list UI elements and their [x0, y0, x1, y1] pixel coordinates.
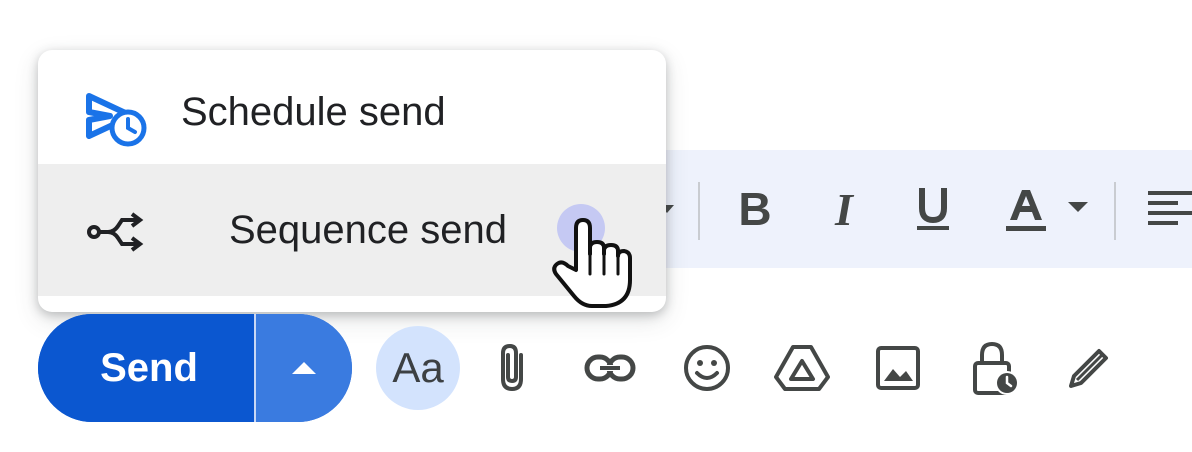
bold-icon[interactable]: B — [726, 150, 784, 268]
menu-item-schedule-send[interactable]: Schedule send — [38, 50, 666, 164]
confidential-icon[interactable] — [970, 322, 1022, 414]
formatting-toolbar — [600, 150, 1192, 268]
hand-cursor-icon — [552, 218, 632, 308]
arrow-up-icon — [292, 362, 316, 374]
signature-icon[interactable] — [1064, 322, 1114, 414]
schedule-send-icon — [86, 90, 150, 148]
menu-item-label: Sequence send — [229, 208, 508, 252]
send-button[interactable]: Send — [38, 314, 254, 422]
attach-icon[interactable] — [490, 322, 534, 414]
align-icon[interactable] — [1146, 150, 1192, 268]
link-icon[interactable] — [582, 322, 638, 414]
toolbar-separator — [1114, 182, 1116, 240]
menu-item-label: Schedule send — [181, 90, 446, 134]
drive-icon[interactable] — [772, 322, 832, 414]
underline-glyph — [917, 188, 949, 230]
emoji-icon[interactable] — [680, 322, 734, 414]
more-send-options-button[interactable] — [256, 314, 352, 422]
toolbar-separator — [698, 182, 700, 240]
sequence-send-icon — [86, 212, 146, 252]
italic-icon[interactable]: I — [818, 150, 870, 268]
formatting-options-button[interactable]: Aa — [376, 326, 460, 410]
text-color-icon[interactable] — [1000, 150, 1096, 268]
underline-icon[interactable] — [906, 150, 960, 268]
send-button-group: Send — [38, 314, 352, 422]
bold-glyph: B — [738, 183, 772, 235]
photo-icon[interactable] — [874, 322, 922, 414]
italic-glyph: I — [835, 183, 853, 235]
formatting-label: Aa — [392, 344, 444, 391]
